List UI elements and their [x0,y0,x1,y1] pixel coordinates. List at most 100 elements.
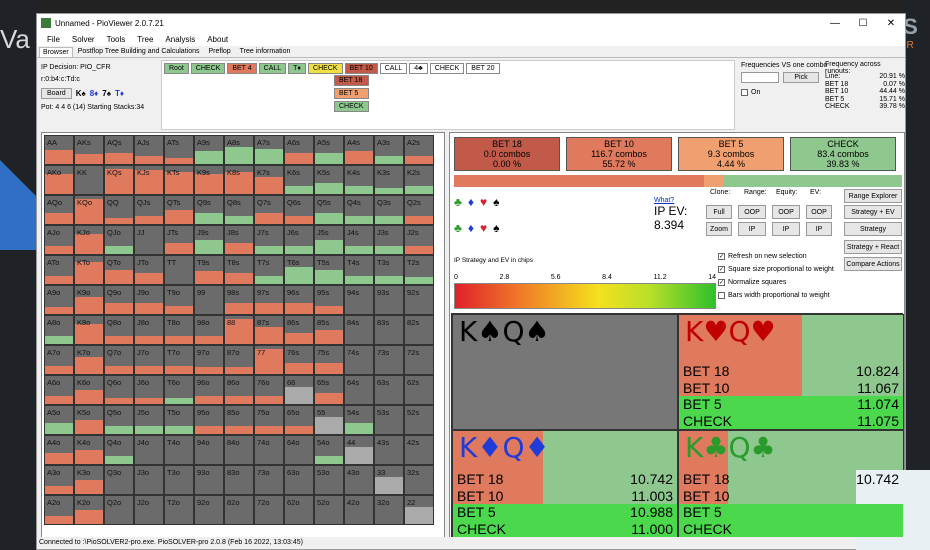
range-oop-button[interactable]: OOP [738,205,766,219]
option-row[interactable]: ✓ Refresh on new selection [718,253,807,260]
hand-cell[interactable]: Q9s [194,195,224,225]
hand-cell[interactable]: K6s [284,165,314,195]
equity-ip-button[interactable]: IP [772,222,800,236]
tree-option[interactable]: CHECK [334,101,369,112]
hand-cell[interactable]: 94o [194,435,224,465]
hand-cell[interactable]: 99 [194,285,224,315]
hand-cell[interactable]: 84o [224,435,254,465]
hand-cell[interactable]: 88 [224,315,254,345]
hand-cell[interactable]: K7o [74,345,104,375]
option-checkbox[interactable]: ✓ [718,279,725,286]
hand-cell[interactable]: AA [44,135,74,165]
hand-cell[interactable]: J4o [134,435,164,465]
hand-cell[interactable]: 97o [194,345,224,375]
hand-cell[interactable]: T7o [164,345,194,375]
hand-cell[interactable]: A6o [44,375,74,405]
hand-cell[interactable]: 53s [374,405,404,435]
hand-cell[interactable]: T5s [314,255,344,285]
hand-cell[interactable]: A3o [44,465,74,495]
hand-cell[interactable]: J2s [404,225,434,255]
hand-cell[interactable]: A4o [44,435,74,465]
tree-node[interactable]: CALL [258,63,287,74]
hand-cell[interactable]: AKo [44,165,74,195]
hand-cell[interactable]: 66 [284,375,314,405]
hand-cell[interactable]: 77 [254,345,284,375]
suit-filter-icon[interactable]: ♦ [468,195,474,209]
hand-cell[interactable]: J6o [134,375,164,405]
hand-cell[interactable]: QQ [104,195,134,225]
option-row[interactable]: Bars width proportional to weight [718,292,830,299]
hand-cell[interactable]: T3s [374,255,404,285]
suit-filter-icon[interactable]: ♥ [480,195,487,209]
hand-cell[interactable]: 98o [194,315,224,345]
hand-cell[interactable]: Q2o [104,495,134,525]
combo-input[interactable] [741,72,779,83]
full-button[interactable]: Full [706,205,732,219]
hand-cell[interactable]: 92s [404,285,434,315]
hand-cell[interactable]: T3o [164,465,194,495]
hand-cell[interactable]: 33 [374,465,404,495]
hand-cell[interactable]: A7s [254,135,284,165]
hand-cell[interactable]: A2s [404,135,434,165]
hand-cell[interactable]: 43s [374,435,404,465]
hand-cell[interactable]: 44 [344,435,374,465]
hand-cell[interactable]: Q2s [404,195,434,225]
suit-filter-icon[interactable]: ♦ [468,221,474,235]
tree-node[interactable]: BET 20 [466,63,500,74]
close-button[interactable]: ✕ [877,18,905,29]
option-checkbox[interactable]: ✓ [718,253,725,260]
hand-cell[interactable]: J3o [134,465,164,495]
hand-cell[interactable]: A6s [284,135,314,165]
hand-cell[interactable]: K2o [74,495,104,525]
hand-cell[interactable]: A9o [44,285,74,315]
board-button[interactable]: Board [41,88,72,99]
hand-cell[interactable]: T8s [224,255,254,285]
hand-cell[interactable]: 76s [284,345,314,375]
hand-cell[interactable]: 65o [284,405,314,435]
hand-cell[interactable]: 53o [314,465,344,495]
hand-cell[interactable]: A5s [314,135,344,165]
hand-cell[interactable]: T9s [194,255,224,285]
hand-cell[interactable]: J8o [134,315,164,345]
range-ip-button[interactable]: IP [738,222,766,236]
hand-cell[interactable]: QTs [164,195,194,225]
hand-cell[interactable]: 64o [284,435,314,465]
hand-cell[interactable]: K2s [404,165,434,195]
hand-cell[interactable]: 93o [194,465,224,495]
combo-card[interactable]: K♠Q♠ [452,314,678,430]
suit-filter-icon[interactable]: ♠ [493,195,499,209]
range-explorer-button[interactable]: Range Explorer [844,189,902,203]
hand-cell[interactable]: T2o [164,495,194,525]
hand-cell[interactable]: Q7s [254,195,284,225]
hand-cell[interactable]: KJo [74,225,104,255]
hand-cell[interactable]: K9o [74,285,104,315]
hand-cell[interactable]: J9s [194,225,224,255]
hand-cell[interactable]: AQo [44,195,74,225]
menu-tools[interactable]: Tools [101,35,132,44]
hand-cell[interactable]: Q6s [284,195,314,225]
option-row[interactable]: ✓ Normalize squares [718,279,786,286]
strategy-react-button[interactable]: Strategy + React [844,240,902,254]
zoom-button[interactable]: Zoom [706,222,732,236]
hand-cell[interactable]: 86o [224,375,254,405]
hand-cell[interactable]: AJo [44,225,74,255]
hand-cell[interactable]: KQs [104,165,134,195]
hand-cell[interactable]: 72s [404,345,434,375]
hand-cell[interactable]: A9s [194,135,224,165]
hand-cell[interactable]: T5o [164,405,194,435]
hand-cell[interactable]: J7o [134,345,164,375]
hand-cell[interactable]: T8o [164,315,194,345]
hand-cell[interactable]: QJo [104,225,134,255]
hand-cell[interactable]: 95o [194,405,224,435]
hand-cell[interactable]: K5s [314,165,344,195]
hand-cell[interactable]: JTo [134,255,164,285]
hand-cell[interactable]: 22 [404,495,434,525]
hand-cell[interactable]: KTo [74,255,104,285]
hand-cell[interactable]: Q3o [104,465,134,495]
hand-cell[interactable]: K8s [224,165,254,195]
tree-node[interactable]: CHECK [429,63,465,74]
tree-node[interactable]: 4♣ [409,63,428,74]
hand-cell[interactable]: K8o [74,315,104,345]
hand-cell[interactable]: J9o [134,285,164,315]
tree-node[interactable]: CHECK [308,63,343,74]
